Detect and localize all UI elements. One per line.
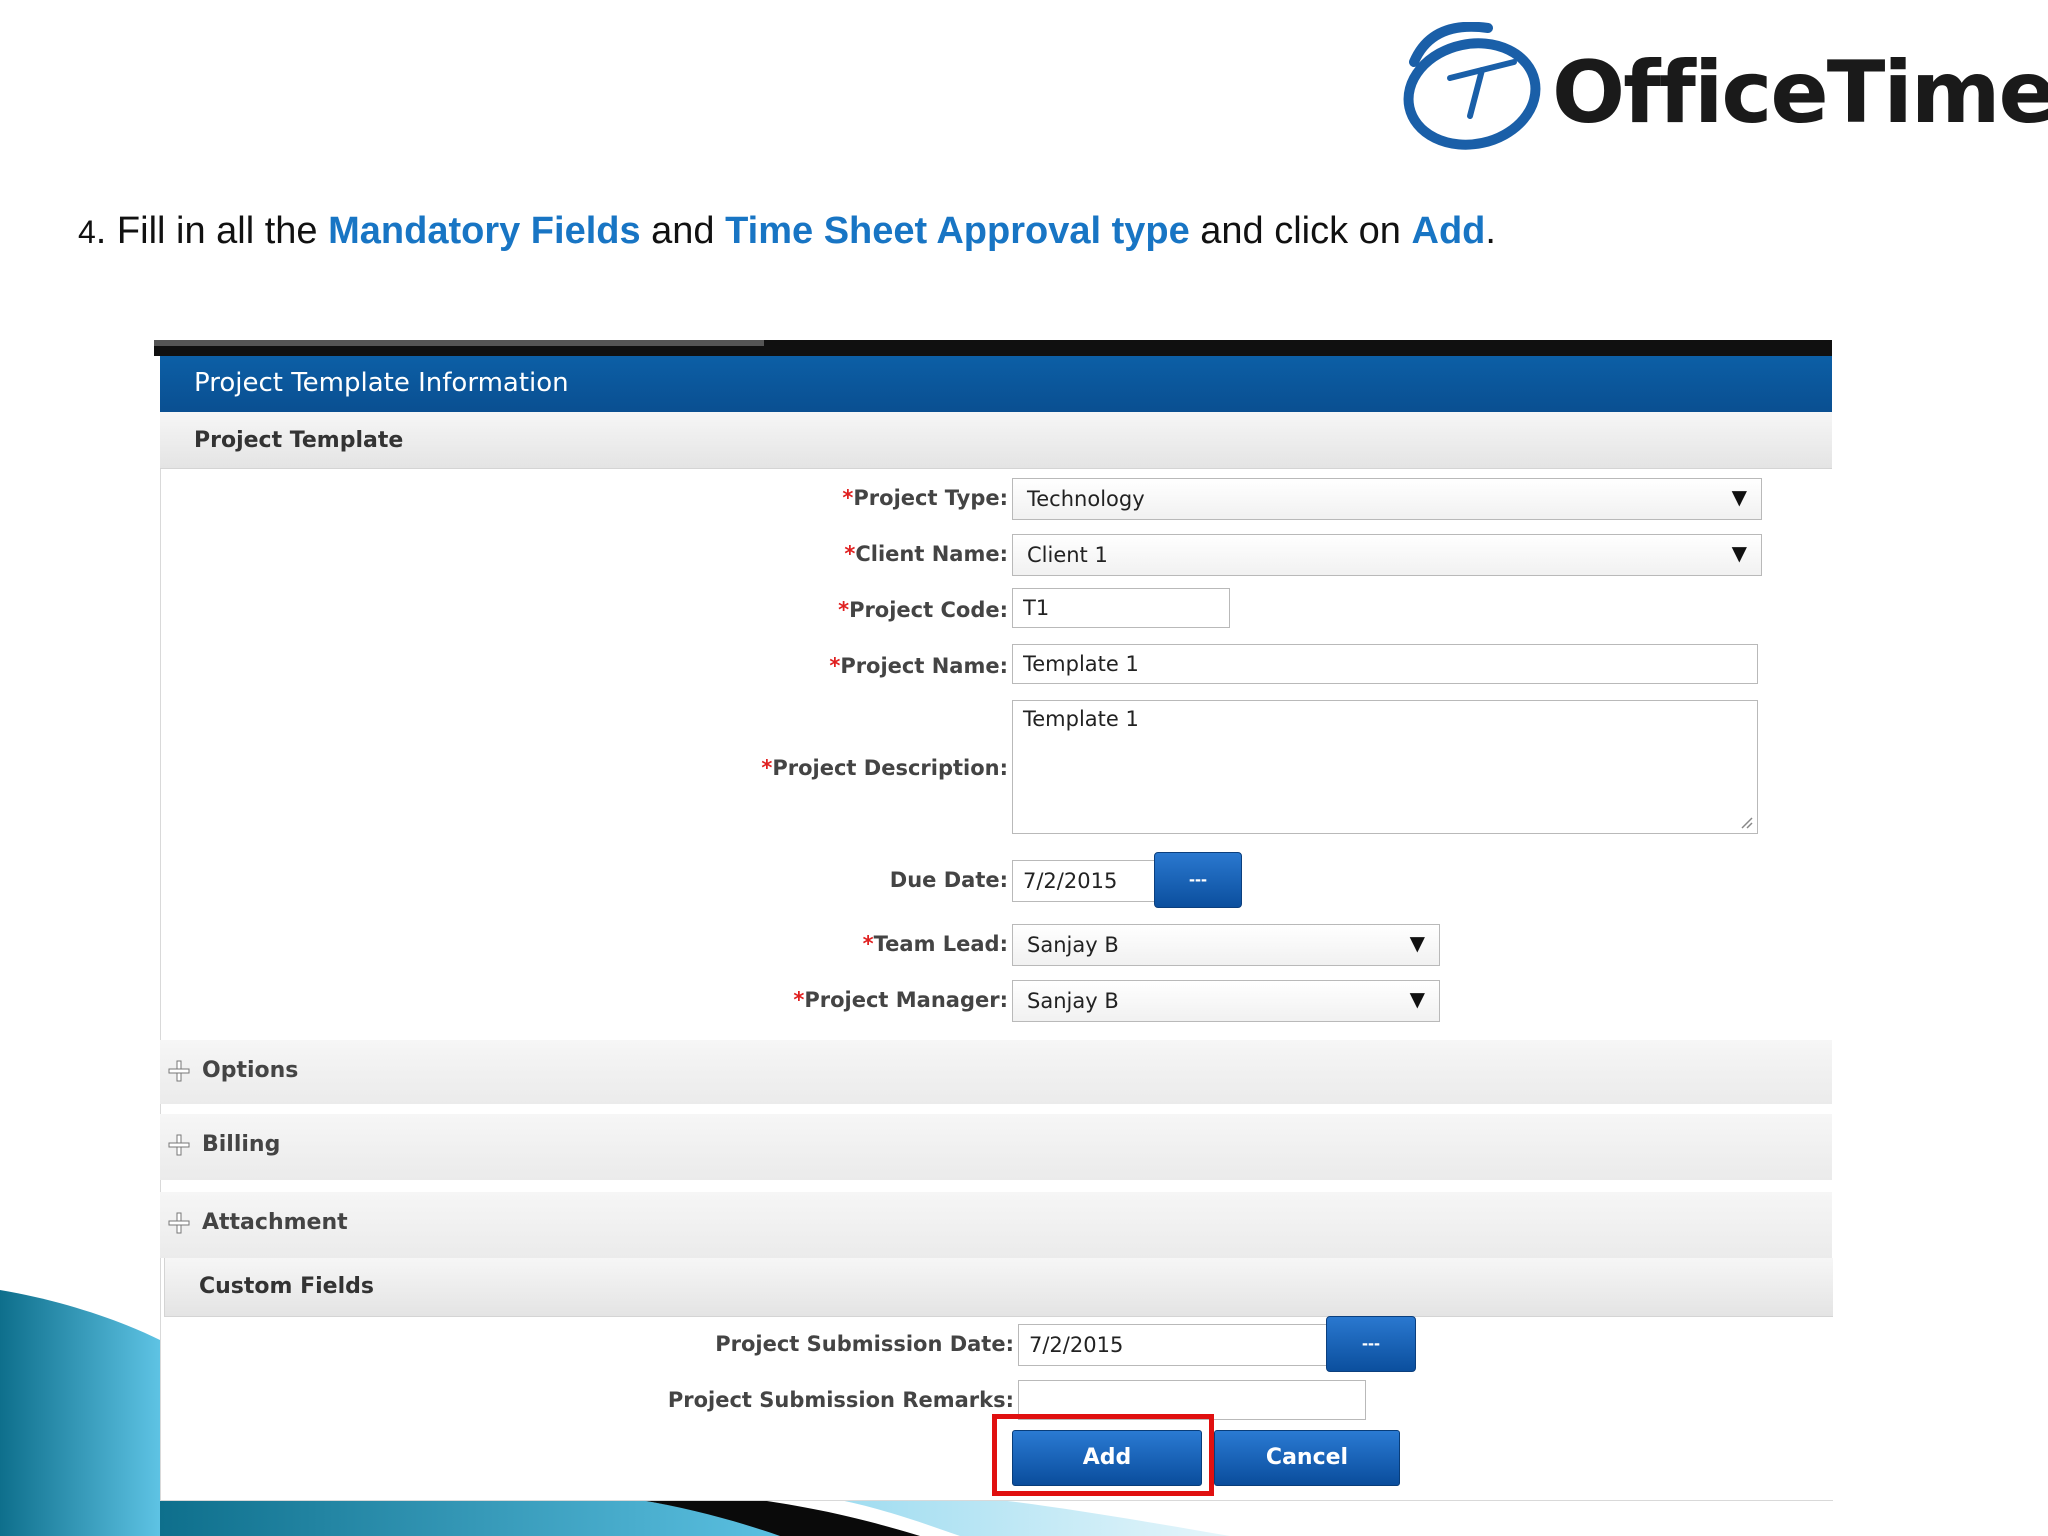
add-button-highlight	[992, 1414, 1214, 1496]
section-options[interactable]: Options	[160, 1040, 1832, 1104]
project-template-panel	[160, 356, 1833, 1501]
expand-plus-icon	[168, 1134, 190, 1156]
instruction-text: 4. Fill in all the Mandatory Fields and …	[78, 210, 1496, 252]
team-lead-select[interactable]: Sanjay B ▼	[1012, 924, 1440, 966]
panel-title: Project Template Information	[194, 368, 569, 398]
attachment-title: Attachment	[202, 1210, 348, 1235]
panel-header: Project Template Information	[160, 356, 1832, 412]
submission-remarks-label: Project Submission Remarks:	[667, 1388, 1014, 1412]
section-attachment[interactable]: Attachment	[160, 1192, 1832, 1258]
dropdown-arrow-icon: ▼	[1409, 931, 1425, 955]
client-name-select[interactable]: Client 1 ▼	[1012, 534, 1762, 576]
step-number: 4	[78, 214, 96, 250]
dropdown-arrow-icon: ▼	[1731, 485, 1747, 509]
project-type-select[interactable]: Technology ▼	[1012, 478, 1762, 520]
brand-name: OfficeTimer	[1552, 43, 2048, 143]
expand-plus-icon	[168, 1212, 190, 1234]
resize-handle-icon[interactable]	[1739, 815, 1753, 829]
project-name-label: *Project Name:	[829, 654, 1008, 678]
dropdown-arrow-icon: ▼	[1409, 987, 1425, 1011]
expand-plus-icon	[168, 1060, 190, 1082]
custom-fields-title: Custom Fields	[199, 1274, 374, 1299]
client-name-label: *Client Name:	[844, 542, 1008, 566]
dropdown-arrow-icon: ▼	[1731, 541, 1747, 565]
highlight-add: Add	[1411, 210, 1486, 252]
highlight-approval-type: Time Sheet Approval type	[725, 210, 1190, 252]
project-name-input[interactable]	[1012, 644, 1758, 684]
dialog-top-bar-sheen	[154, 340, 764, 346]
team-lead-label: *Team Lead:	[862, 932, 1008, 956]
due-date-input[interactable]	[1012, 860, 1156, 902]
section-custom-fields: Custom Fields	[164, 1258, 1833, 1317]
section-project-template: Project Template	[160, 412, 1832, 469]
section-billing[interactable]: Billing	[160, 1114, 1832, 1180]
billing-title: Billing	[202, 1132, 281, 1157]
project-description-textarea[interactable]: Template 1	[1012, 700, 1758, 834]
project-manager-label: *Project Manager:	[793, 988, 1008, 1012]
clock-logo-icon	[1403, 22, 1541, 150]
due-date-label: Due Date:	[889, 868, 1008, 892]
highlight-mandatory-fields: Mandatory Fields	[328, 210, 641, 252]
due-date-picker-button[interactable]: ---	[1154, 852, 1242, 908]
project-type-label: *Project Type:	[842, 486, 1008, 510]
project-code-input[interactable]	[1012, 588, 1230, 628]
submission-date-picker-button[interactable]: ---	[1326, 1316, 1416, 1372]
project-code-label: *Project Code:	[838, 598, 1008, 622]
options-title: Options	[202, 1058, 299, 1083]
submission-date-input[interactable]	[1018, 1324, 1328, 1366]
cancel-button[interactable]: Cancel	[1214, 1430, 1400, 1486]
submission-date-label: Project Submission Date:	[715, 1332, 1014, 1356]
section-title: Project Template	[194, 428, 404, 453]
project-manager-select[interactable]: Sanjay B ▼	[1012, 980, 1440, 1022]
project-description-label: *Project Description:	[761, 756, 1008, 780]
officetimer-logo: OfficeTimer	[1392, 22, 2048, 162]
